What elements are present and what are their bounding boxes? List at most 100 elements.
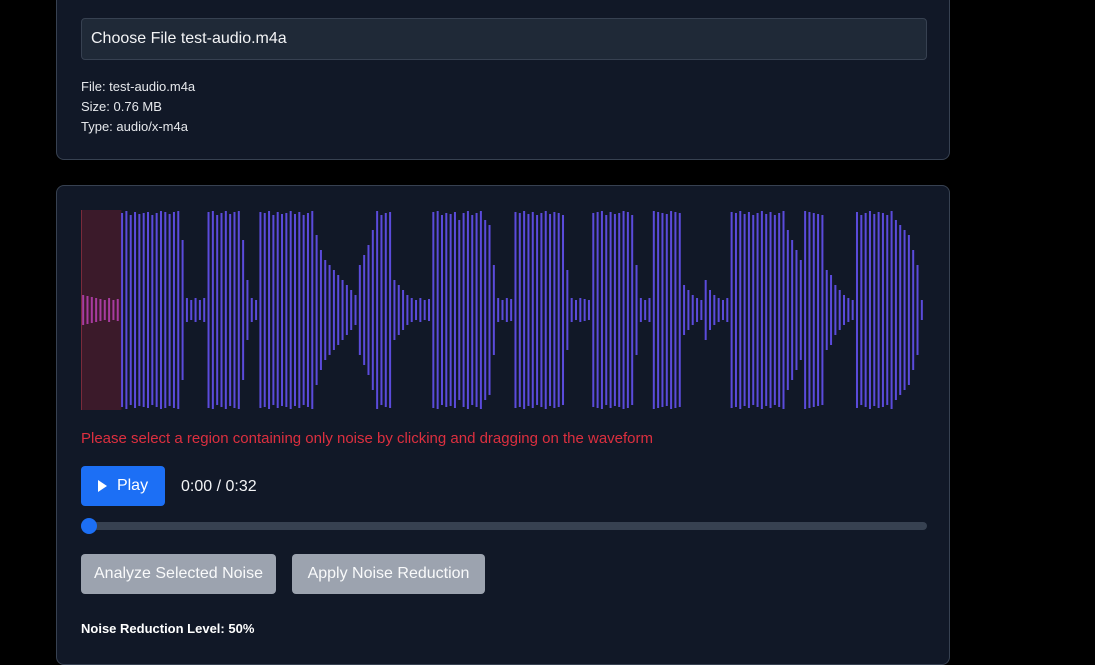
waveform-bar: [393, 280, 396, 340]
waveform[interactable]: [81, 210, 924, 410]
waveform-bar: [713, 295, 716, 325]
waveform-bar: [609, 212, 612, 408]
waveform-bar: [579, 298, 582, 322]
waveform-bar: [652, 211, 655, 409]
waveform-bar: [600, 211, 603, 409]
waveform-bar: [596, 212, 599, 408]
waveform-bar: [912, 250, 915, 370]
waveform-bar: [890, 211, 893, 409]
waveform-bar: [626, 212, 629, 408]
apply-noise-reduction-button[interactable]: Apply Noise Reduction: [292, 554, 485, 594]
waveform-bar: [665, 214, 668, 406]
waveform-bar: [367, 245, 370, 375]
play-button[interactable]: Play: [81, 466, 165, 506]
waveform-bar: [847, 298, 850, 322]
waveform-bar: [804, 211, 807, 409]
waveform-bar: [125, 211, 128, 409]
selection-edge[interactable]: [81, 210, 82, 410]
waveform-bar: [505, 298, 508, 322]
waveform-bar: [259, 212, 262, 408]
waveform-bar: [147, 212, 150, 408]
waveform-bar: [734, 213, 737, 407]
waveform-bar: [285, 213, 288, 407]
play-label: Play: [116, 477, 149, 494]
waveform-bar: [687, 290, 690, 330]
waveform-bar: [90, 297, 93, 323]
waveform-bar: [894, 220, 897, 400]
seek-slider-thumb[interactable]: [81, 518, 97, 534]
waveform-bar: [449, 214, 452, 406]
waveform-bar: [648, 298, 651, 322]
waveform-bar: [817, 214, 820, 406]
waveform-bar: [557, 213, 560, 407]
waveform-bar: [484, 220, 487, 400]
waveform-bar: [95, 298, 98, 322]
waveform-bar: [799, 260, 802, 360]
waveform-bar: [527, 214, 530, 406]
waveform-bar: [233, 212, 236, 408]
waveform-bar: [834, 285, 837, 335]
waveform-bar: [549, 214, 552, 406]
waveform-bar: [886, 215, 889, 405]
waveform-bar: [899, 225, 902, 395]
waveform-bar: [363, 255, 366, 365]
waveform-bar: [428, 299, 431, 321]
waveform-bar: [263, 213, 266, 407]
waveform-bar: [523, 211, 526, 409]
waveform-canvas[interactable]: [81, 210, 924, 410]
waveform-bar: [289, 211, 292, 409]
waveform-bar: [112, 300, 115, 320]
waveform-bar: [583, 299, 586, 321]
waveform-bar: [272, 215, 275, 405]
waveform-bar: [268, 211, 271, 409]
waveform-bar: [843, 295, 846, 325]
waveform-bar: [622, 211, 625, 409]
waveform-bar: [380, 215, 383, 405]
waveform-bar: [488, 225, 491, 395]
waveform-bar: [479, 211, 482, 409]
waveform-bar: [155, 213, 158, 407]
waveform-bar: [229, 214, 232, 406]
noise-reduction-card: Please select a region containing only n…: [56, 185, 950, 665]
waveform-bar: [354, 295, 357, 325]
waveform-bar: [440, 215, 443, 405]
waveform-bar: [306, 213, 309, 407]
waveform-bar: [138, 214, 141, 406]
waveform-bar: [445, 213, 448, 407]
waveform-bar: [812, 213, 815, 407]
waveform-bar: [397, 285, 400, 335]
waveform-bar: [475, 213, 478, 407]
waveform-bar: [553, 212, 556, 408]
waveform-bar: [661, 213, 664, 407]
waveform-bar: [830, 275, 833, 345]
waveform-bar: [605, 215, 608, 405]
waveform-bar: [384, 213, 387, 407]
waveform-bar: [709, 290, 712, 330]
waveform-bar: [406, 295, 409, 325]
waveform-bar: [293, 214, 296, 406]
waveform-bar: [216, 215, 219, 405]
waveform-bar: [700, 300, 703, 320]
seek-slider[interactable]: [81, 518, 927, 534]
waveform-bar: [730, 212, 733, 408]
waveform-bar: [350, 290, 353, 330]
waveform-bar: [190, 300, 193, 320]
waveform-bar: [920, 300, 923, 320]
waveform-bar: [415, 300, 418, 320]
analyze-noise-button[interactable]: Analyze Selected Noise: [81, 554, 276, 594]
waveform-bar: [881, 213, 884, 407]
waveform-bar: [315, 235, 318, 385]
waveform-bar: [181, 240, 184, 380]
waveform-bar: [458, 220, 461, 400]
noise-reduction-level-label: Noise Reduction Level: 50%: [81, 621, 255, 636]
waveform-bar: [864, 213, 867, 407]
file-input[interactable]: Choose File test-audio.m4a: [81, 18, 927, 60]
waveform-bar: [907, 235, 910, 385]
waveform-bar: [298, 212, 301, 408]
waveform-bar: [276, 212, 279, 408]
waveform-bar: [328, 265, 331, 355]
waveform-bar: [332, 270, 335, 350]
waveform-bar: [242, 240, 245, 380]
waveform-bar: [319, 250, 322, 370]
choose-file-button[interactable]: Choose File: [91, 30, 176, 47]
